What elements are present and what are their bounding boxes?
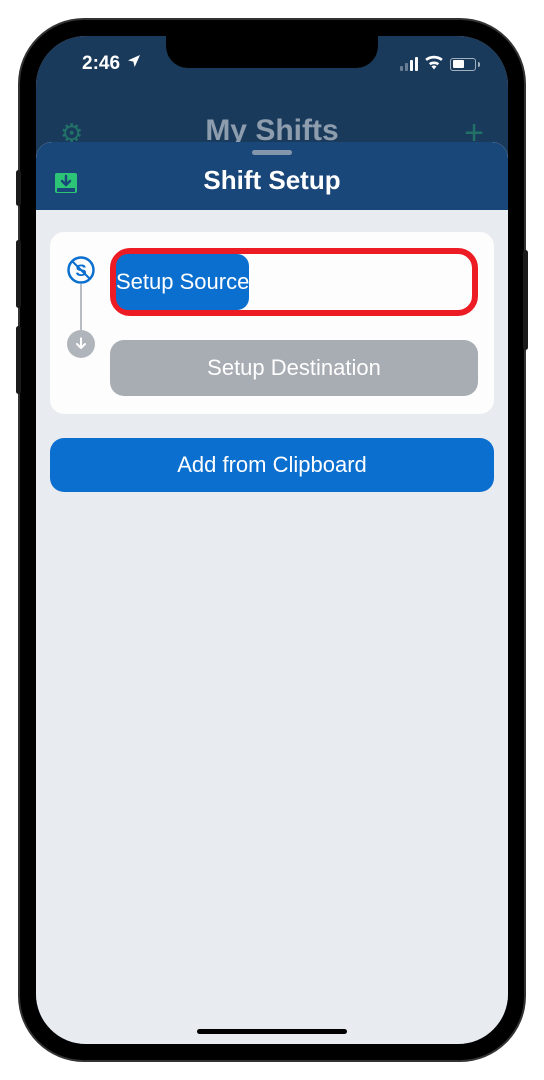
add-from-clipboard-button[interactable]: Add from Clipboard [50,438,494,492]
timeline-connector [80,284,82,330]
phone-screen: ⚙ My Shifts + 2:46 [36,36,508,1044]
card-buttons: Setup Source Setup Destination [110,248,478,396]
destination-arrow-icon [67,330,95,358]
volume-up-button [16,240,21,308]
timeline: S [66,248,96,396]
notch [166,36,378,68]
volume-down-button [16,326,21,394]
tutorial-highlight-ring: Setup Source [110,248,478,316]
setup-destination-button[interactable]: Setup Destination [110,340,478,396]
modal-sheet: Shift Setup S [36,142,508,1044]
sheet-grabber[interactable] [252,150,292,155]
status-left: 2:46 [64,47,142,75]
power-button [523,250,528,350]
location-arrow-icon [126,53,142,75]
mute-switch [16,170,21,206]
status-right [400,48,480,75]
battery-icon [450,58,480,71]
setup-card: S Setup Source [50,232,494,414]
cellular-signal-icon [400,57,418,71]
wifi-icon [424,54,444,75]
phone-frame: ⚙ My Shifts + 2:46 [20,20,524,1060]
sheet-header: Shift Setup [36,142,508,210]
source-s-icon: S [67,256,95,284]
home-indicator[interactable] [197,1029,347,1034]
sheet-title: Shift Setup [203,165,340,196]
sheet-body: S Setup Source [36,210,508,514]
download-icon[interactable] [54,172,78,194]
setup-source-button[interactable]: Setup Source [116,254,249,310]
status-time: 2:46 [82,53,120,75]
